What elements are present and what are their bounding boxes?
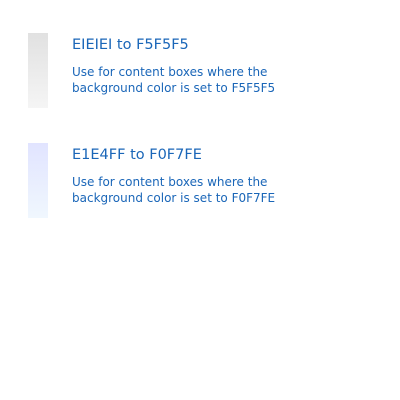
swatch-description: Use for content boxes where the backgrou… (72, 65, 276, 95)
swatch-title: E1E4FF to F0F7FE (72, 147, 202, 163)
gradient-swatch (28, 143, 48, 218)
gradient-swatch (28, 33, 48, 108)
swatch-title: EIEIEI to F5F5F5 (72, 37, 189, 53)
swatch-description: Use for content boxes where the backgrou… (72, 175, 276, 205)
